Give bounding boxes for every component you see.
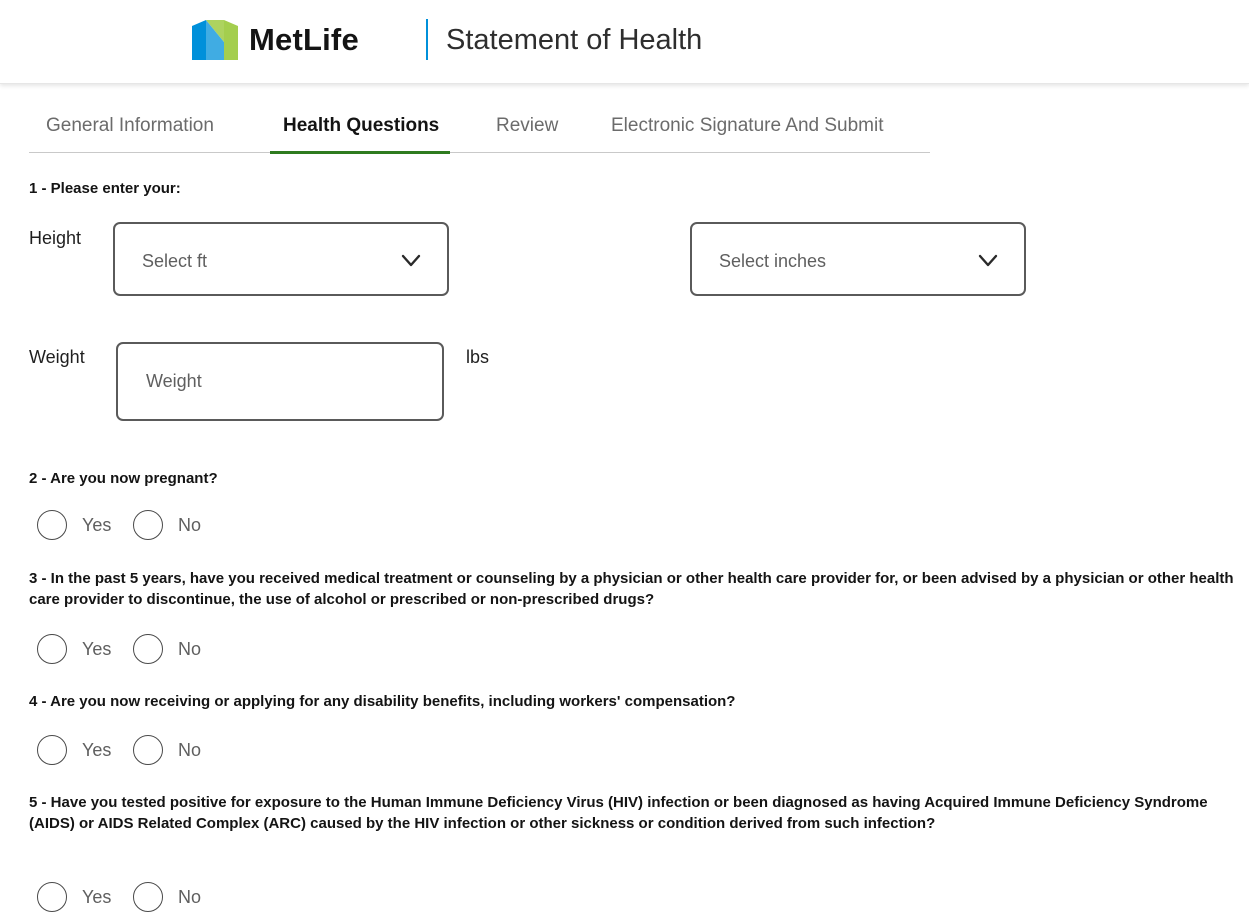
tab-general-information[interactable]: General Information (46, 115, 214, 152)
question-4-title: 4 - Are you now receiving or applying fo… (29, 693, 736, 710)
height-feet-select-value: Select ft (142, 251, 208, 271)
radio-label: Yes (82, 739, 112, 760)
question-2-no-radio[interactable]: No (133, 508, 201, 542)
radio-label: Yes (82, 886, 112, 907)
question-1-title: 1 - Please enter your: (29, 180, 181, 197)
radio-circle-icon (133, 735, 163, 765)
radio-label: No (178, 739, 202, 760)
radio-circle-icon (37, 510, 67, 540)
question-3-no-radio[interactable]: No (133, 632, 201, 666)
radio-circle-icon (133, 510, 163, 540)
weight-label: Weight (29, 347, 85, 367)
question-5-title: 5 - Have you tested positive for exposur… (29, 794, 1208, 832)
metlife-logo-icon (192, 20, 238, 60)
question-3-yes-radio[interactable]: Yes (37, 632, 111, 666)
height-label: Height (29, 228, 82, 248)
question-2-yes-radio[interactable]: Yes (37, 508, 111, 542)
app-header: MetLife Statement of Health (0, 0, 1249, 84)
radio-circle-icon (133, 634, 163, 664)
step-tabs: General Information Health Questions Rev… (29, 105, 930, 154)
radio-label: No (178, 638, 202, 659)
height-inches-select-value: Select inches (719, 251, 827, 271)
header-divider (426, 19, 428, 60)
chevron-down-icon (401, 254, 421, 267)
question-4-no-radio[interactable]: No (133, 733, 201, 767)
weight-unit-label: lbs (466, 347, 490, 367)
app-title: Statement of Health (446, 24, 703, 56)
height-inches-select[interactable]: Select inches (690, 222, 1026, 296)
radio-label: Yes (82, 638, 112, 659)
radio-label: Yes (82, 514, 112, 535)
tab-review[interactable]: Review (496, 115, 558, 152)
question-2-title: 2 - Are you now pregnant? (29, 470, 218, 487)
question-3-title: 3 - In the past 5 years, have you receiv… (29, 570, 1234, 608)
weight-input[interactable] (116, 342, 444, 421)
radio-circle-icon (37, 634, 67, 664)
tab-health-questions[interactable]: Health Questions (269, 115, 451, 154)
question-5-no-radio[interactable]: No (133, 880, 201, 914)
radio-circle-icon (37, 735, 67, 765)
radio-circle-icon (133, 882, 163, 912)
question-4-yes-radio[interactable]: Yes (37, 733, 111, 767)
question-5-yes-radio[interactable]: Yes (37, 880, 111, 914)
radio-label: No (178, 886, 202, 907)
radio-circle-icon (37, 882, 67, 912)
height-feet-select[interactable]: Select ft (113, 222, 449, 296)
brand-name: MetLife (249, 22, 359, 57)
chevron-down-icon (978, 254, 998, 267)
tab-electronic-signature-and-submit[interactable]: Electronic Signature And Submit (611, 115, 884, 152)
radio-label: No (178, 514, 202, 535)
